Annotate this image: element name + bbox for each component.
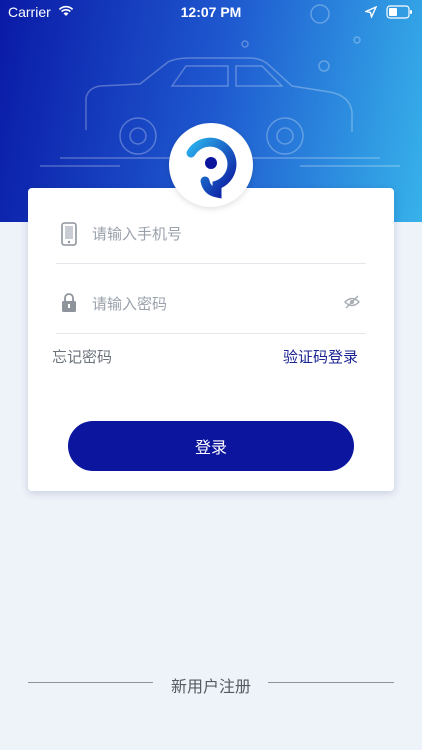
password-placeholder: 请输入密码 (92, 295, 168, 313)
status-bar: Carrier 12:07 PM (0, 0, 422, 26)
divider (56, 333, 366, 334)
register-link[interactable]: 新用户注册 (0, 673, 422, 697)
location-icon (365, 6, 377, 18)
divider-right (268, 682, 394, 683)
password-field[interactable]: 请输入密码 (56, 282, 366, 334)
login-button[interactable]: 登录 (68, 421, 354, 471)
app-logo (169, 123, 253, 207)
phone-field[interactable]: 请输入手机号 (56, 212, 366, 264)
register-section: 新用户注册 (0, 670, 422, 696)
phone-placeholder: 请输入手机号 (92, 225, 183, 243)
battery-icon (386, 5, 412, 19)
sms-login-link[interactable]: 验证码登录 (283, 346, 358, 367)
divider (56, 263, 366, 264)
forgot-password-link[interactable]: 忘记密码 (52, 346, 112, 367)
status-time: 12:07 PM (180, 4, 242, 20)
lock-icon (62, 293, 76, 312)
phone-icon (61, 222, 77, 246)
eye-hidden-icon[interactable] (344, 295, 360, 309)
